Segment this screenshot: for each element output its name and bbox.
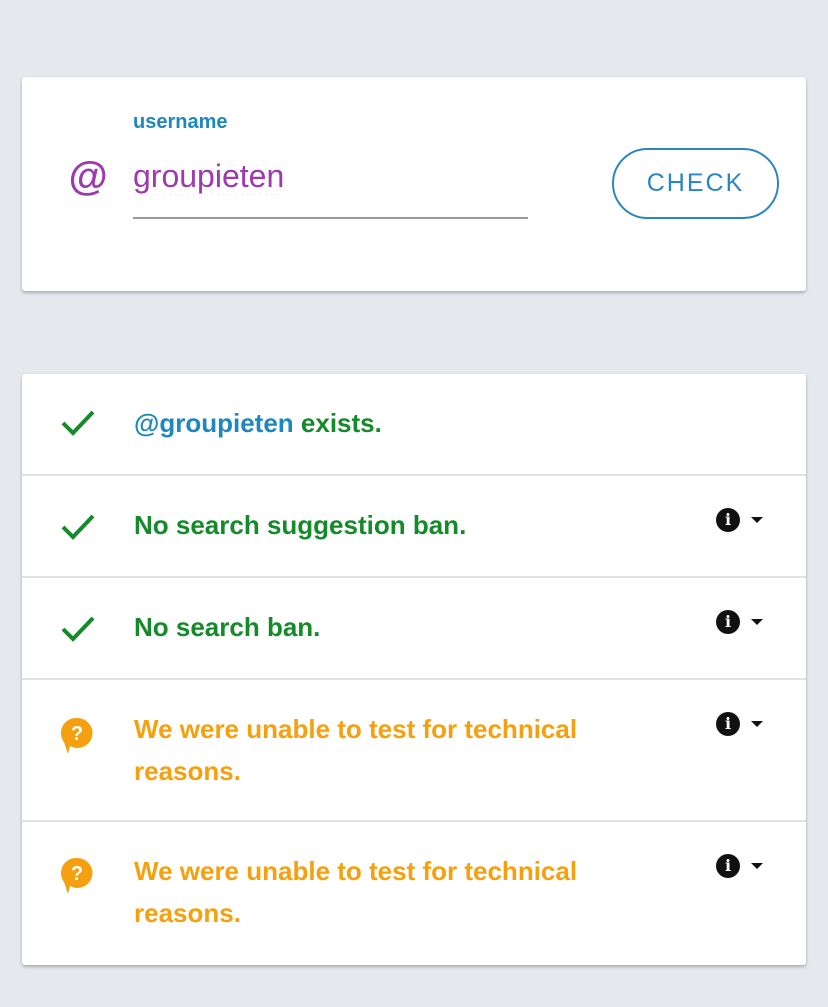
check-icon <box>61 410 95 436</box>
caret-down-icon <box>751 517 763 523</box>
username-label: username <box>133 111 228 133</box>
question-bubble-icon: ? <box>60 717 93 754</box>
info-toggle[interactable]: i <box>716 712 772 740</box>
check-icon <box>61 616 95 642</box>
username-search-card: @ username CHECK <box>22 77 806 291</box>
svg-text:?: ? <box>71 863 83 885</box>
result-text: No search ban. <box>134 612 321 642</box>
username-input[interactable] <box>133 149 528 219</box>
result-row-reply-deboosting: ? We were unable to test for technical r… <box>22 822 806 965</box>
result-text: We were unable to test for technical rea… <box>134 714 578 786</box>
result-row-search-ban: No search ban. i <box>22 578 806 680</box>
info-toggle[interactable]: i <box>716 854 772 882</box>
caret-down-icon <box>751 863 763 869</box>
info-icon: i <box>716 508 740 532</box>
results-card: @groupieten exists. No search suggestion… <box>22 374 806 965</box>
info-toggle[interactable]: i <box>716 610 772 638</box>
result-text: @groupieten exists. <box>134 402 614 444</box>
info-icon: i <box>716 712 740 736</box>
svg-text:?: ? <box>71 723 83 745</box>
caret-down-icon <box>751 619 763 625</box>
caret-down-icon <box>751 721 763 727</box>
question-bubble-icon: ? <box>60 857 93 894</box>
info-toggle[interactable]: i <box>716 508 772 536</box>
info-icon: i <box>716 854 740 878</box>
result-row-ghost-ban: ? We were unable to test for technical r… <box>22 680 806 822</box>
info-icon: i <box>716 610 740 634</box>
result-text: No search suggestion ban. <box>134 510 467 540</box>
exists-text: exists. <box>293 408 382 438</box>
check-button[interactable]: CHECK <box>612 148 779 219</box>
result-row-exists: @groupieten exists. <box>22 374 806 476</box>
check-icon <box>61 514 95 540</box>
result-row-search-suggestion-ban: No search suggestion ban. i <box>22 476 806 578</box>
result-text: We were unable to test for technical rea… <box>134 856 578 928</box>
at-symbol-icon: @ <box>68 155 108 199</box>
username-handle: @groupieten <box>134 408 294 438</box>
